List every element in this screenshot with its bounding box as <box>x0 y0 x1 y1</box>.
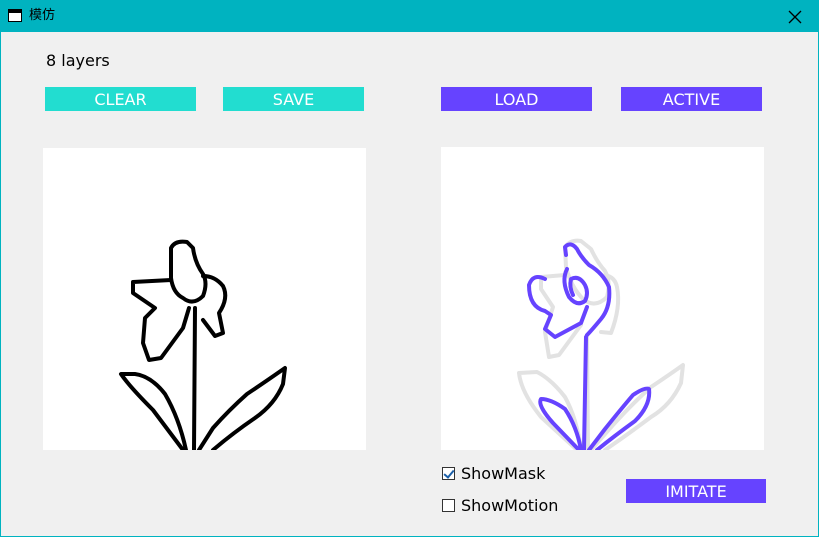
imitation-strokes <box>517 238 685 450</box>
show-mask-checkbox[interactable] <box>442 467 455 480</box>
close-icon <box>788 10 802 23</box>
imitation-canvas[interactable] <box>441 147 764 450</box>
load-button[interactable]: LOAD <box>441 87 592 111</box>
imitate-button[interactable]: IMITATE <box>626 479 766 503</box>
title-bar[interactable]: 模仿 <box>1 1 818 32</box>
drawing-canvas[interactable] <box>43 148 366 450</box>
show-motion-checkbox[interactable] <box>442 499 455 512</box>
save-button[interactable]: SAVE <box>223 87 364 111</box>
show-motion-label: ShowMotion <box>461 496 559 515</box>
close-button[interactable] <box>772 1 818 32</box>
show-motion-option[interactable]: ShowMotion <box>442 496 558 515</box>
window-title: 模仿 <box>29 8 56 23</box>
active-button[interactable]: ACTIVE <box>621 87 762 111</box>
show-mask-label: ShowMask <box>461 464 546 483</box>
layer-count-label: 8 layers <box>46 51 110 70</box>
app-window: 模仿 8 layers CLEAR SAVE LOAD ACTIVE ShowM… <box>0 0 819 537</box>
drawing-strokes <box>119 239 287 450</box>
clear-button[interactable]: CLEAR <box>45 87 196 111</box>
show-mask-option[interactable]: ShowMask <box>442 464 545 483</box>
window-icon <box>8 9 22 22</box>
